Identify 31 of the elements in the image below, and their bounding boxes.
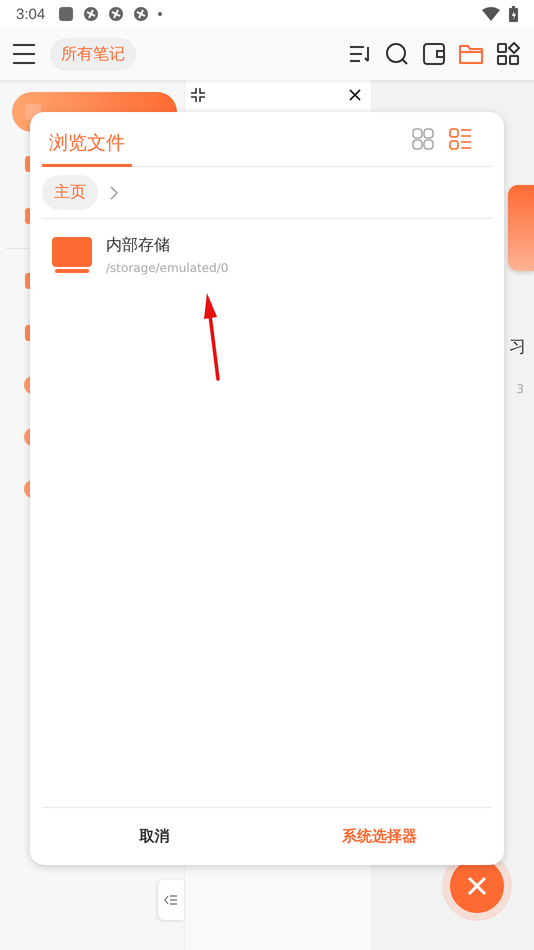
- battery-icon: [509, 6, 518, 22]
- notification-icon: [108, 6, 124, 22]
- chevron-icon: [110, 186, 118, 200]
- dialog-tab[interactable]: 浏览文件: [42, 122, 132, 167]
- close-icon[interactable]: [349, 89, 361, 101]
- collapse-list-icon: [164, 894, 178, 906]
- app-icon: [58, 6, 74, 22]
- wallet-icon[interactable]: [422, 42, 446, 66]
- storage-icon: [52, 237, 92, 273]
- title-chip[interactable]: 所有笔记: [50, 38, 136, 70]
- breadcrumb-chip[interactable]: 主页: [42, 175, 98, 210]
- notification-icon: [83, 6, 100, 22]
- collapse-icon[interactable]: [190, 87, 206, 103]
- system-picker-button[interactable]: 系统选择器: [267, 816, 492, 856]
- menu-icon[interactable]: [12, 43, 36, 65]
- list-view-icon[interactable]: [449, 128, 472, 150]
- cancel-button[interactable]: 取消: [42, 816, 267, 856]
- clock: 3:04: [16, 6, 46, 22]
- folder-icon[interactable]: [459, 42, 483, 66]
- storage-path: /storage/emulated/0: [106, 261, 228, 275]
- storage-name: 内部存储: [106, 235, 171, 256]
- note-title: 习: [509, 336, 527, 358]
- notification-icon: [133, 6, 150, 22]
- sidebar-toggle[interactable]: [158, 880, 184, 920]
- close-icon: [467, 876, 487, 896]
- apps-icon[interactable]: [496, 42, 520, 66]
- dot-icon: [158, 12, 162, 16]
- storage-item[interactable]: 内部存储 /storage/emulated/0: [42, 219, 492, 291]
- wifi-icon: [482, 7, 500, 21]
- search-icon[interactable]: [385, 42, 409, 66]
- note-date: 3: [516, 382, 525, 396]
